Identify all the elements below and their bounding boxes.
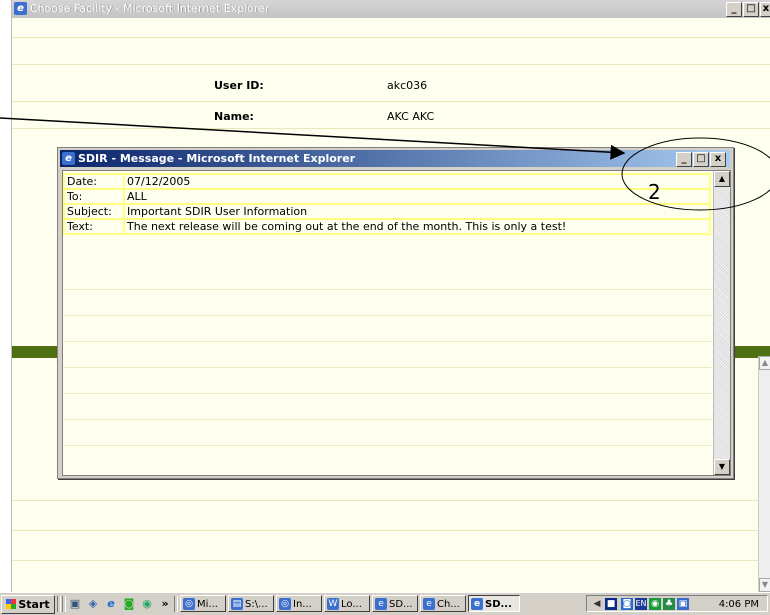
background-title-bar[interactable]: e Choose Facility - Microsoft Internet E…	[12, 0, 770, 18]
taskbar-button-label: Mi...	[197, 599, 218, 610]
taskbar-divider	[62, 596, 66, 612]
app-tray-icon[interactable]: ♣	[663, 598, 675, 610]
start-button[interactable]: Start	[1, 595, 55, 614]
table-row: Text: The next release will be coming ou…	[63, 218, 711, 235]
taskbar-button-label: Ch...	[437, 599, 460, 610]
taskbar-button[interactable]: e SD...	[372, 595, 418, 612]
row-divider	[63, 419, 711, 420]
status-icon[interactable]: ◉	[649, 598, 661, 610]
start-label: Start	[18, 598, 50, 611]
row-divider	[63, 367, 711, 368]
language-indicator[interactable]: EN	[635, 598, 647, 610]
row-divider	[63, 393, 711, 394]
popup-title-bar[interactable]: e SDIR - Message - Microsoft Internet Ex…	[60, 150, 730, 167]
taskbar-button-label: SD...	[485, 599, 512, 610]
row-divider	[63, 315, 711, 316]
taskbar-button-label: In...	[293, 599, 312, 610]
date-value: 07/12/2005	[123, 173, 711, 190]
taskbar-button-active[interactable]: e SD...	[468, 595, 520, 612]
taskbar-button[interactable]: ▤ S:\...	[228, 595, 274, 612]
background-scrollbar[interactable]: ▲ ▼	[758, 356, 770, 592]
taskbar-button[interactable]: ◎ In...	[276, 595, 322, 612]
more-quicklaunch-icon[interactable]: »	[158, 597, 172, 611]
app-icon: ◎	[183, 598, 195, 610]
row-divider	[12, 560, 770, 561]
ie-quicklaunch-icon[interactable]: e	[104, 597, 118, 611]
close-button[interactable]: x	[760, 2, 770, 17]
user-id-value: akc036	[387, 79, 428, 92]
row-divider	[12, 64, 770, 65]
quicklaunch-app-icon[interactable]: ◈	[86, 597, 100, 611]
ie-icon: e	[375, 598, 387, 610]
table-row: Date: 07/12/2005	[63, 173, 711, 190]
taskbar-button[interactable]: ◎ Mi...	[180, 595, 226, 612]
to-value: ALL	[123, 188, 711, 205]
windows-logo-icon	[6, 599, 17, 609]
scroll-down-arrow-icon[interactable]: ▼	[759, 578, 770, 592]
ie-icon: e	[471, 598, 483, 610]
volume-icon[interactable]: ◀	[591, 598, 603, 610]
text-label: Text:	[63, 218, 125, 235]
user-id-label: User ID:	[214, 79, 264, 92]
taskbar-button[interactable]: e Ch...	[420, 595, 466, 612]
subject-label: Subject:	[63, 203, 125, 220]
row-divider	[12, 101, 770, 102]
annotation-number: 2	[648, 180, 661, 204]
message-popup-window[interactable]: e SDIR - Message - Microsoft Internet Ex…	[57, 147, 734, 479]
quicklaunch-app-icon[interactable]: ◙	[122, 597, 136, 611]
row-divider	[63, 289, 711, 290]
taskbar-divider	[174, 596, 178, 612]
row-divider	[63, 341, 711, 342]
background-window-title: Choose Facility - Microsoft Internet Exp…	[30, 2, 270, 15]
monitor-icon[interactable]: ■	[605, 598, 617, 610]
name-value: AKC AKC	[387, 110, 435, 123]
maximize-button[interactable]: □	[743, 2, 759, 17]
folder-icon: ▤	[231, 598, 243, 610]
network-icon[interactable]: ◙	[621, 598, 633, 610]
taskbar-button-label: Lo...	[341, 599, 362, 610]
row-divider	[12, 128, 770, 129]
scroll-down-arrow-icon[interactable]: ▼	[714, 459, 730, 475]
to-label: To:	[63, 188, 125, 205]
popup-content: Date: 07/12/2005 To: ALL Subject: Import…	[62, 170, 731, 476]
text-value: The next release will be coming out at t…	[123, 218, 711, 235]
scroll-up-arrow-icon[interactable]: ▲	[759, 356, 770, 370]
row-divider	[12, 530, 770, 531]
taskbar: Start ▣ ◈ e ◙ ◉ » ◎ Mi... ▤ S:\... ◎ In... …	[0, 592, 770, 615]
popup-window-title: SDIR - Message - Microsoft Internet Expl…	[78, 152, 356, 165]
popup-maximize-button[interactable]: □	[693, 152, 709, 167]
row-divider	[12, 37, 770, 38]
ie-icon: e	[14, 2, 27, 15]
ie-icon: e	[62, 152, 75, 165]
taskbar-button-label: SD...	[389, 599, 413, 610]
display-icon[interactable]: ▣	[677, 598, 689, 610]
row-divider	[12, 500, 770, 501]
show-desktop-icon[interactable]: ▣	[68, 597, 82, 611]
row-divider	[63, 445, 711, 446]
app-icon: ◎	[279, 598, 291, 610]
taskbar-button-label: S:\...	[245, 599, 268, 610]
popup-minimize-button[interactable]: _	[676, 152, 692, 167]
message-table: Date: 07/12/2005 To: ALL Subject: Import…	[63, 173, 711, 235]
taskbar-divider	[57, 596, 61, 612]
subject-value: Important SDIR User Information	[123, 203, 711, 220]
quicklaunch-app-icon[interactable]: ◉	[140, 597, 154, 611]
table-row: Subject: Important SDIR User Information	[63, 203, 711, 220]
table-row: To: ALL	[63, 188, 711, 205]
popup-scrollbar[interactable]: ▲ ▼	[713, 171, 730, 475]
word-document-icon: W	[327, 598, 339, 610]
date-label: Date:	[63, 173, 125, 190]
popup-close-button[interactable]: x	[710, 152, 726, 167]
system-tray: ◀ ■ ◙ EN ◉ ♣ ▣ 4:06 PM	[586, 595, 768, 612]
clock: 4:06 PM	[718, 599, 759, 610]
scroll-up-arrow-icon[interactable]: ▲	[714, 171, 730, 187]
name-label: Name:	[214, 110, 254, 123]
ie-icon: e	[423, 598, 435, 610]
taskbar-button[interactable]: W Lo...	[324, 595, 370, 612]
minimize-button[interactable]: _	[726, 2, 742, 17]
